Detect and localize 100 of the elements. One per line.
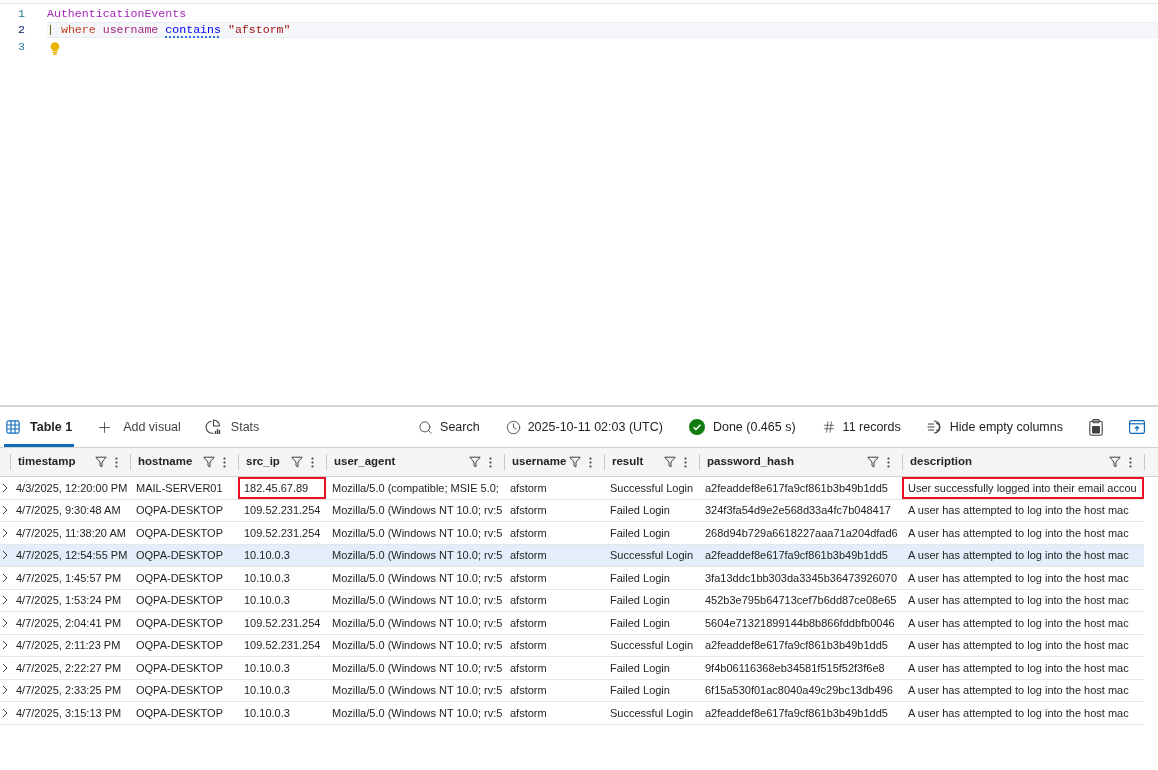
table-cell: 182.45.67.89 xyxy=(238,477,326,499)
table-cell-text: 6f15a530f01ac8040a49c29bc13db496 xyxy=(704,683,894,698)
filter-icon[interactable] xyxy=(867,456,879,468)
table-cell-text: 10.10.0.3 xyxy=(243,570,291,586)
filter-icon[interactable] xyxy=(569,456,581,468)
table-cell-text: 4/7/2025, 2:04:41 PM xyxy=(15,615,123,631)
filter-icon[interactable] xyxy=(95,456,107,468)
table-cell-text: Successful Login xyxy=(609,705,695,721)
table-cell-text: 10.10.0.3 xyxy=(243,660,291,676)
column-header[interactable]: src_ip xyxy=(246,453,280,471)
column-header[interactable]: user_agent xyxy=(334,453,396,471)
filter-icon[interactable] xyxy=(203,456,215,468)
table-cell-text: Failed Login xyxy=(609,525,671,541)
clipboard-icon xyxy=(1089,418,1103,436)
table-cell-text: Mozilla/5.0 (Windows NT 10.0; rv:5 xyxy=(331,570,504,586)
table-cell-text: OQPA-DESKTOP xyxy=(135,615,224,631)
table-row[interactable]: 4/3/2025, 12:20:00 PM MAIL-SERVER01 182.45.67.89 Mozilla/5.0 (compatible; MSIE 5.0; afstorm Successful Login a2feaddef8e617fa9cf861b3b49b1dd5 User successfully logged into their email accou xyxy=(0,477,1144,500)
chevron-right-icon[interactable] xyxy=(2,505,8,516)
column-header[interactable]: username xyxy=(512,453,567,471)
table-cell-text: a2feaddef8e617fa9cf861b3b49b1dd5 xyxy=(704,480,889,496)
table-cell-text: 4/7/2025, 2:11:23 PM xyxy=(15,638,122,653)
table-cell-text: OQPA-DESKTOP xyxy=(135,638,224,653)
table-cell-text: OQPA-DESKTOP xyxy=(135,525,224,541)
chevron-right-icon[interactable] xyxy=(2,685,8,696)
table-cell-text: 268d94b729a6618227aaa71a204dfad6 xyxy=(704,525,899,541)
table-cell-text: afstorm xyxy=(509,570,548,586)
copy-button[interactable] xyxy=(1089,418,1103,436)
tab[interactable]: Stats xyxy=(202,407,262,447)
table-cell-text: Failed Login xyxy=(609,660,671,676)
table-cell-text: afstorm xyxy=(509,705,548,721)
table-cell-text: A user has attempted to log into the host mac xyxy=(907,660,1130,676)
filter-icon[interactable] xyxy=(664,456,676,468)
more-options-icon[interactable] xyxy=(589,456,592,468)
panel-button[interactable] xyxy=(1129,420,1145,434)
table-cell-text: afstorm xyxy=(509,615,548,631)
status-text: Done (0.465 s) xyxy=(712,418,796,436)
chevron-right-icon[interactable] xyxy=(2,640,8,651)
table-cell-text: Mozilla/5.0 (Windows NT 10.0; rv:5 xyxy=(331,638,504,653)
hide-empty-columns-button[interactable]: Hide empty columns xyxy=(926,417,1063,437)
table-cell-text: OQPA-DESKTOP xyxy=(135,660,224,676)
column-header[interactable]: password_hash xyxy=(707,453,794,471)
table-cell-text: Failed Login xyxy=(609,683,671,698)
table-cell-text: afstorm xyxy=(509,638,548,653)
table-cell-text: 10.10.0.3 xyxy=(243,705,291,721)
table-cell-text: 4/7/2025, 2:33:25 PM xyxy=(15,683,123,698)
column-header[interactable]: result xyxy=(612,453,644,471)
filter-icon[interactable] xyxy=(1109,456,1121,468)
table-cell-text: 4/7/2025, 1:53:24 PM xyxy=(15,593,123,608)
chevron-right-icon[interactable] xyxy=(2,707,8,718)
table-icon xyxy=(6,420,20,434)
more-options-icon[interactable] xyxy=(223,456,226,468)
column-header[interactable]: description xyxy=(910,453,972,471)
table-cell-text: A user has attempted to log into the host mac xyxy=(907,593,1130,608)
more-options-icon[interactable] xyxy=(115,456,118,468)
table-cell-text: afstorm xyxy=(509,683,548,698)
line-number: 3 xyxy=(17,38,25,55)
more-options-icon[interactable] xyxy=(684,456,687,468)
table-cell-text: Mozilla/5.0 (Windows NT 10.0; rv:5 xyxy=(331,593,504,608)
table-cell-text: Successful Login xyxy=(609,480,695,496)
column-header[interactable]: timestamp xyxy=(18,453,76,471)
more-options-icon[interactable] xyxy=(887,456,890,468)
table-cell-text: A user has attempted to log into the host mac xyxy=(907,615,1130,631)
pie-chart-icon xyxy=(204,419,221,435)
chevron-right-icon[interactable] xyxy=(2,482,8,493)
table-cell-text: 10.10.0.3 xyxy=(243,593,291,608)
add-visual-button[interactable]: Add visual xyxy=(94,407,183,447)
chevron-right-icon[interactable] xyxy=(2,595,8,606)
chevron-right-icon[interactable] xyxy=(2,550,8,561)
table-cell-text: 4/7/2025, 9:30:48 AM xyxy=(15,503,122,518)
table-cell-text: OQPA-DESKTOP xyxy=(135,683,224,698)
table-cell-text: 4/7/2025, 12:54:55 PM xyxy=(15,548,129,563)
table-cell-text: 109.52.231.254 xyxy=(243,525,322,541)
filter-icon[interactable] xyxy=(469,456,481,468)
table-cell-text: Failed Login xyxy=(609,593,671,608)
chevron-right-icon[interactable] xyxy=(2,617,8,628)
table-cell-text: A user has attempted to log into the host mac xyxy=(907,525,1130,541)
table-cell-text: afstorm xyxy=(509,593,548,608)
circle-lines-icon xyxy=(926,420,943,434)
line-number: 2 xyxy=(17,22,25,38)
table-cell-text: a2feaddef8e617fa9cf861b3b49b1dd5 xyxy=(704,548,889,563)
table-cell-text: A user has attempted to log into the host mac xyxy=(907,683,1130,698)
chevron-right-icon[interactable] xyxy=(2,572,8,583)
more-options-icon[interactable] xyxy=(489,456,492,468)
table-cell-text: 109.52.231.254 xyxy=(243,503,322,518)
chevron-right-icon[interactable] xyxy=(2,662,8,673)
code-line[interactable]: AuthenticationEvents xyxy=(47,5,187,22)
more-options-icon[interactable] xyxy=(311,456,314,468)
table-row[interactable]: 4/7/2025, 12:54:55 PM OQPA-DESKTOP 10.10.0.3 Mozilla/5.0 (Windows NT 10.0; rv:5 afstorm Successful Login a2feaddef8e617fa9cf861b3b49b1dd5 A user has attempted to log into the host mac xyxy=(0,544,1144,567)
more-options-icon[interactable] xyxy=(1129,456,1132,468)
search-button[interactable]: Search xyxy=(418,417,480,437)
table-cell-text: a2feaddef8e617fa9cf861b3b49b1dd5 xyxy=(704,638,889,653)
filter-icon[interactable] xyxy=(291,456,303,468)
table-cell-text: 4/7/2025, 11:38:20 AM xyxy=(15,525,127,541)
chevron-right-icon[interactable] xyxy=(2,527,8,538)
table-cell-text: Mozilla/5.0 (Windows NT 10.0; rv:5 xyxy=(331,683,504,698)
table-cell-text: A user has attempted to log into the host mac xyxy=(907,705,1130,721)
line-number: 1 xyxy=(17,5,25,22)
column-header[interactable]: hostname xyxy=(138,453,193,471)
table-cell-text: Mozilla/5.0 (compatible; MSIE 5.0; xyxy=(331,480,500,496)
table-cell-text: A user has attempted to log into the host mac xyxy=(907,638,1130,653)
